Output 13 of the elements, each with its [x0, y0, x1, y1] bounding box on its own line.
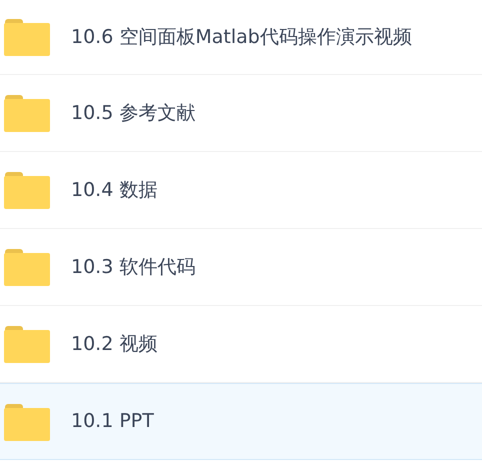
folder-icon — [4, 18, 50, 56]
folder-name: 10.3 软件代码 — [71, 254, 196, 280]
folder-name: 10.1 PPT — [71, 409, 154, 434]
folder-name: 10.6 空间面板Matlab代码操作演示视频 — [71, 24, 412, 50]
folder-icon — [4, 171, 50, 209]
folder-name: 10.2 视频 — [71, 332, 158, 357]
folder-row[interactable]: 10.1 PPT — [0, 383, 482, 460]
folder-icon — [4, 402, 50, 440]
folder-icon — [4, 94, 50, 132]
folder-icon — [4, 248, 50, 286]
folder-icon — [4, 325, 50, 363]
folder-name: 10.5 参考文献 — [71, 100, 196, 126]
folder-name: 10.4 数据 — [71, 178, 158, 203]
